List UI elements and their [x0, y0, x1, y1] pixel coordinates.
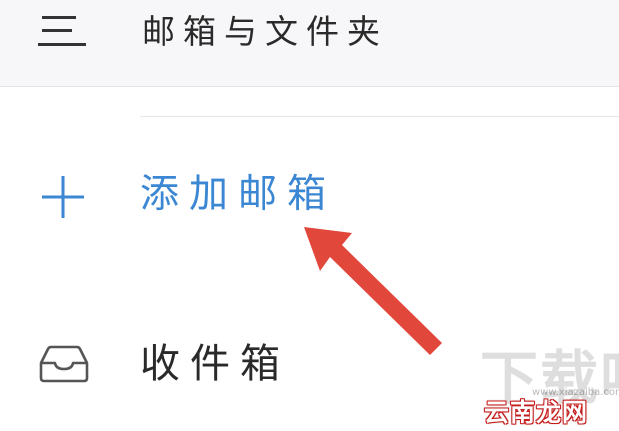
- app-header: 邮箱与文件夹: [0, 0, 619, 87]
- plus-icon: [42, 176, 84, 218]
- watermark-logo: 云南龙网: [484, 398, 589, 427]
- watermark-url: www.xiazaiba.com: [532, 387, 619, 398]
- inbox-label: 收件箱: [140, 341, 290, 387]
- screen: 邮箱与文件夹 添加邮箱 收件箱 下载吧 www.xiazaiba.com 云南龙…: [0, 0, 619, 431]
- add-mailbox-label: 添加邮箱: [140, 172, 337, 217]
- page-title: 邮箱与文件夹: [142, 12, 388, 51]
- inbox-tray-icon: [39, 345, 89, 383]
- hamburger-menu-icon[interactable]: [38, 14, 88, 50]
- divider: [140, 116, 619, 117]
